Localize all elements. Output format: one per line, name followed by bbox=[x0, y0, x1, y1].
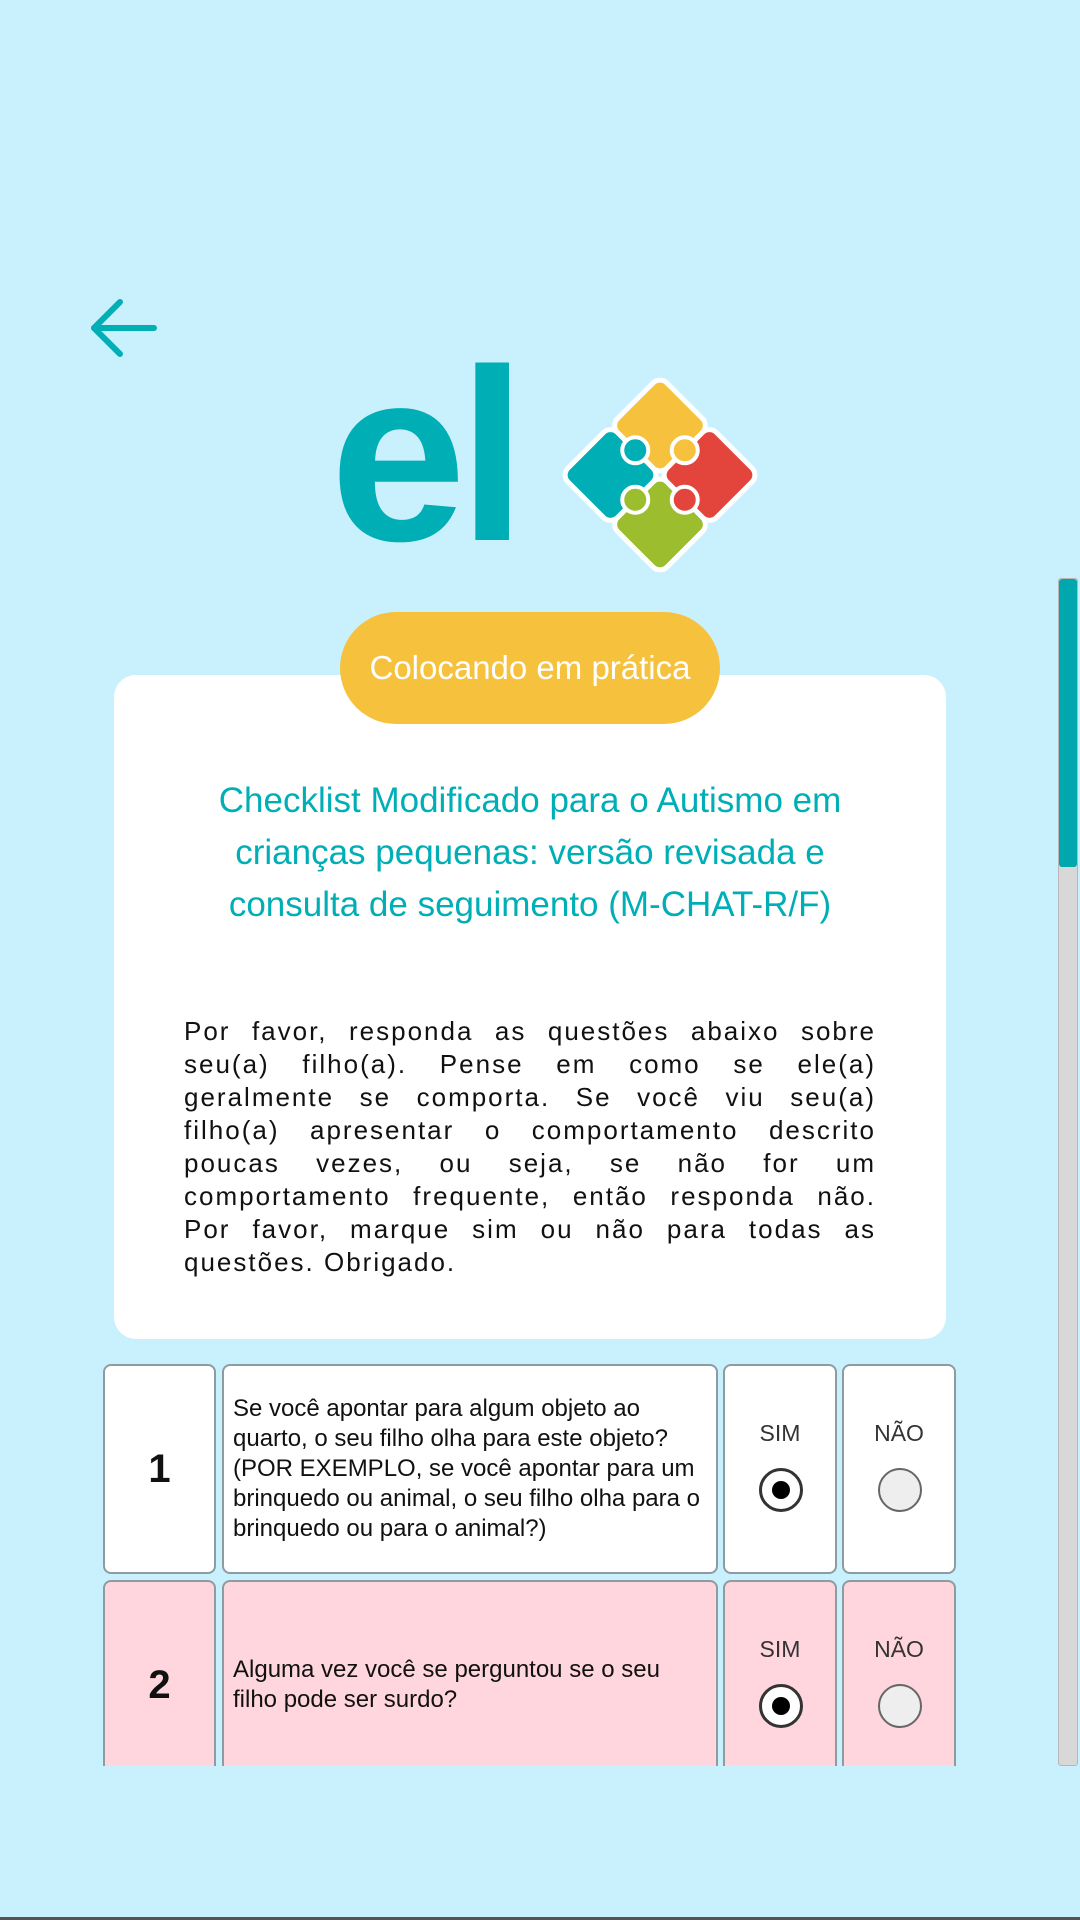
question-text-label: Se você apontar para algum objeto ao qua… bbox=[233, 1395, 700, 1542]
yes-label: SIM bbox=[759, 1636, 801, 1662]
logo-text: el bbox=[330, 318, 526, 592]
yes-radio[interactable] bbox=[759, 1468, 803, 1512]
app-logo: el bbox=[330, 330, 760, 580]
question-number: 2 bbox=[103, 1580, 216, 1766]
question-list[interactable]: 1 Se você apontar para algum objeto ao q… bbox=[100, 1364, 960, 1766]
back-arrow-icon[interactable] bbox=[88, 292, 160, 364]
yes-option[interactable]: SIM bbox=[723, 1580, 837, 1766]
no-label: NÃO bbox=[874, 1420, 924, 1446]
yes-label: SIM bbox=[759, 1420, 801, 1446]
question-text-label: Alguma vez você se perguntou se o seu fi… bbox=[233, 1656, 660, 1713]
scrollbar[interactable] bbox=[1058, 578, 1078, 1766]
question-text: Alguma vez você se perguntou se o seu fi… bbox=[222, 1580, 718, 1766]
yes-option[interactable]: SIM bbox=[723, 1364, 837, 1574]
no-label: NÃO bbox=[874, 1636, 924, 1662]
no-radio[interactable] bbox=[878, 1684, 922, 1728]
no-radio[interactable] bbox=[878, 1468, 922, 1512]
intro-card: Checklist Modificado para o Autismo em c… bbox=[114, 675, 946, 1339]
checklist-title: Checklist Modificado para o Autismo em c… bbox=[218, 781, 842, 924]
no-option[interactable]: NÃO bbox=[842, 1580, 956, 1766]
section-badge: Colocando em prática bbox=[340, 612, 720, 724]
question-text: Se você apontar para algum objeto ao qua… bbox=[222, 1364, 718, 1574]
no-option[interactable]: NÃO bbox=[842, 1364, 956, 1574]
question-number: 1 bbox=[103, 1364, 216, 1574]
scrollbar-thumb[interactable] bbox=[1059, 579, 1077, 867]
yes-radio[interactable] bbox=[759, 1684, 803, 1728]
instructions-text: Por favor, responda as questões abaixo s… bbox=[184, 1016, 876, 1277]
puzzle-icon bbox=[562, 377, 758, 573]
